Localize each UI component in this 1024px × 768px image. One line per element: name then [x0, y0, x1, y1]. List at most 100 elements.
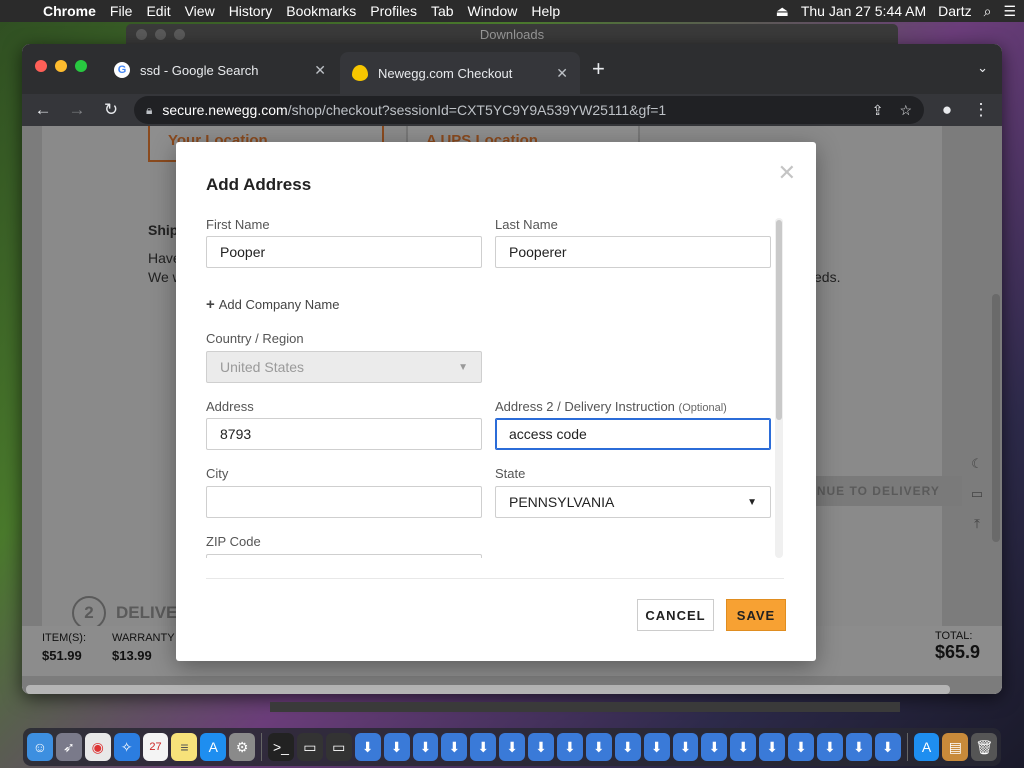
installer-package-icon[interactable]: ⬇ [643, 733, 670, 761]
menubar-datetime[interactable]: Thu Jan 27 5:44 AM [801, 3, 926, 19]
window-zoom-button[interactable] [75, 60, 87, 72]
app-store-icon[interactable]: A [913, 733, 940, 761]
installer-package-icon[interactable]: ⬇ [759, 733, 786, 761]
step-label: DELIVE [116, 603, 178, 622]
reload-icon[interactable]: ↻ [100, 100, 122, 120]
terminal-icon[interactable]: >_ [268, 733, 294, 761]
installer-package-icon[interactable]: ⬇ [412, 733, 439, 761]
menu-help[interactable]: Help [524, 3, 567, 19]
zip-input[interactable] [206, 554, 482, 558]
address2-label-text: Address 2 / Delivery Instruction [495, 399, 675, 414]
menu-file[interactable]: File [103, 3, 140, 19]
tab-title: ssd - Google Search [140, 62, 259, 78]
feedback-chat-icon[interactable]: ▭ [971, 486, 983, 502]
tab-close-icon[interactable]: ✕ [314, 62, 326, 79]
installer-package-icon[interactable]: ⬇ [354, 733, 381, 761]
page-vertical-scrollbar[interactable] [992, 294, 1000, 542]
installer-package-icon[interactable]: ⬇ [730, 733, 757, 761]
add-company-name-link[interactable]: + Add Company Name [206, 296, 339, 313]
tab-strip: G ssd - Google Search ✕ Newegg.com Check… [22, 44, 1002, 94]
downloads-stack-icon[interactable]: ▤ [942, 733, 969, 761]
installer-package-icon[interactable]: ⬇ [528, 733, 554, 761]
installer-package-icon[interactable]: ⬇ [816, 733, 843, 761]
menu-bookmarks[interactable]: Bookmarks [279, 3, 363, 19]
address-bar[interactable]: 🔒︎ secure.newegg.com /shop/checkout?sess… [134, 96, 924, 124]
save-button[interactable]: SAVE [726, 599, 786, 631]
installer-package-icon[interactable]: ⬇ [499, 733, 526, 761]
zip-label: ZIP Code [206, 534, 261, 549]
menu-edit[interactable]: Edit [139, 3, 177, 19]
forward-arrow-icon[interactable]: → [66, 100, 88, 120]
modal-close-icon[interactable]: ✕ [778, 160, 796, 186]
new-tab-plus-icon[interactable]: + [592, 56, 605, 82]
lock-icon[interactable]: 🔒︎ [146, 103, 152, 118]
warranty-summary: WARRANTY & $13.99 [112, 632, 185, 663]
tab-newegg-checkout[interactable]: Newegg.com Checkout ✕ [340, 52, 580, 94]
city-input[interactable] [206, 486, 482, 518]
menu-profiles[interactable]: Profiles [363, 3, 424, 19]
finder-icon[interactable]: ☺ [27, 733, 53, 761]
cancel-button[interactable]: CANCEL [637, 599, 714, 631]
menu-history[interactable]: History [222, 3, 280, 19]
profile-avatar-icon[interactable]: ● [936, 100, 958, 120]
finder-zoom-dot[interactable] [174, 28, 185, 40]
menu-window[interactable]: Window [461, 3, 525, 19]
last-name-input[interactable]: Pooperer [495, 236, 771, 268]
installer-package-icon[interactable]: ⬇ [672, 733, 699, 761]
finder-close-dot[interactable] [136, 28, 147, 40]
share-icon[interactable]: ⇪ [872, 102, 884, 119]
more-menu-icon[interactable]: ⋮ [970, 100, 992, 120]
last-name-label: Last Name [495, 217, 558, 232]
menu-tab[interactable]: Tab [424, 3, 461, 19]
window-close-button[interactable] [35, 60, 47, 72]
menubar-user[interactable]: Dartz [938, 3, 971, 19]
app-store-icon[interactable]: A [200, 733, 227, 761]
page-horizontal-scrollbar[interactable] [26, 685, 950, 694]
installer-package-icon[interactable]: ⬇ [874, 733, 901, 761]
eject-icon[interactable]: ⏏ [776, 3, 789, 20]
installer-package-icon[interactable]: ⬇ [845, 733, 872, 761]
menu-app-chrome[interactable]: Chrome [36, 3, 103, 19]
dark-mode-moon-icon[interactable]: ☾ [971, 456, 983, 472]
trash-icon[interactable]: 🗑︎ [971, 733, 998, 761]
country-value: United States [220, 359, 305, 375]
installer-package-icon[interactable]: ⬇ [614, 733, 641, 761]
spotlight-search-icon[interactable]: ⌕ [984, 3, 992, 20]
dock-separator [261, 733, 263, 761]
first-name-input[interactable]: Pooper [206, 236, 482, 268]
calendar-icon[interactable]: 27 [142, 733, 169, 761]
control-center-icon[interactable]: ☰ [1003, 3, 1016, 20]
back-to-top-icon[interactable]: ⤒ [974, 516, 980, 532]
launchpad-icon[interactable]: ➶ [55, 733, 82, 761]
safari-icon[interactable]: ✧ [113, 733, 140, 761]
tab-search-chevron-icon[interactable]: ⌄ [977, 60, 988, 76]
back-arrow-icon[interactable]: ← [32, 100, 54, 120]
mac-menu-bar: Chrome File Edit View History Bookmarks … [0, 0, 1024, 22]
state-select[interactable]: PENNSYLVANIA ▼ [495, 486, 771, 518]
plus-icon: + [206, 296, 215, 313]
installer-package-icon[interactable]: ⬇ [441, 733, 468, 761]
total-label: TOTAL: [934, 630, 973, 642]
bookmark-star-icon[interactable]: ☆ [899, 102, 912, 119]
modal-divider [206, 578, 784, 579]
installer-package-icon[interactable]: ⬇ [585, 733, 612, 761]
add-company-label: Add Company Name [218, 297, 340, 312]
notes-icon[interactable]: ≡ [171, 733, 198, 761]
window-minimize-button[interactable] [55, 60, 67, 72]
chrome-icon[interactable]: ◉ [84, 733, 111, 761]
tab-close-icon[interactable]: ✕ [556, 65, 568, 82]
finder-minimize-dot[interactable] [155, 28, 166, 40]
address-input[interactable]: 8793 [206, 418, 482, 450]
window-thumbnail-icon[interactable]: ▭ [325, 733, 352, 761]
installer-package-icon[interactable]: ⬇ [701, 733, 728, 761]
installer-package-icon[interactable]: ⬇ [470, 733, 497, 761]
address2-label: Address 2 / Delivery Instruction (Option… [495, 399, 727, 414]
installer-package-icon[interactable]: ⬇ [383, 733, 410, 761]
installer-package-icon[interactable]: ⬇ [788, 733, 814, 761]
menu-view[interactable]: View [178, 3, 222, 19]
installer-package-icon[interactable]: ⬇ [556, 733, 583, 761]
tab-google-search[interactable]: G ssd - Google Search ✕ [102, 54, 338, 86]
window-thumbnail-icon[interactable]: ▭ [296, 733, 323, 761]
system-preferences-icon[interactable]: ⚙ [229, 733, 256, 761]
address2-input[interactable]: access code [495, 418, 771, 450]
